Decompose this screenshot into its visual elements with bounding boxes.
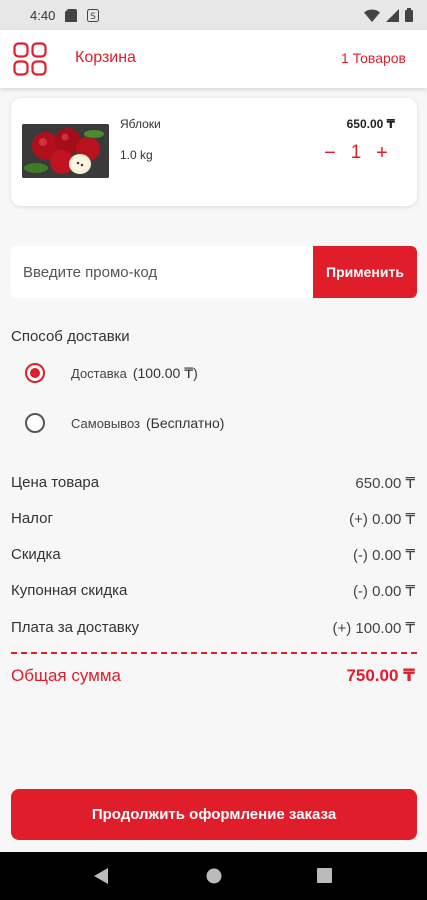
summary-value: 650.00 ₸ (355, 475, 415, 492)
promo-code-input[interactable] (11, 246, 313, 298)
product-name: Яблоки (120, 117, 161, 131)
categories-menu-icon[interactable] (13, 42, 47, 76)
total-value: 750.00 ₸ (346, 666, 415, 685)
recents-icon[interactable] (317, 868, 332, 888)
quantity-stepper: − 1 + (319, 142, 393, 164)
promo-code-box: Применить (11, 246, 417, 298)
radio-selected-icon[interactable] (25, 363, 45, 383)
summary-row-discount: Скидка (-) 0.00 ₸ (11, 546, 417, 564)
summary-row-delivery-fee: Плата за доставку (+) 100.00 ₸ (11, 619, 417, 637)
product-price: 650.00 ₸ (346, 117, 395, 131)
delivery-option-courier[interactable]: Доставка (100.00 ₸) (25, 363, 198, 383)
delivery-option-price: (Бесплатно) (146, 415, 225, 431)
page-title: Корзина (75, 49, 136, 66)
wifi-icon (364, 8, 380, 22)
delivery-option-label: Доставка (71, 365, 127, 381)
status-time: 4:40 (30, 7, 56, 23)
summary-divider (11, 652, 417, 654)
total-label: Общая сумма (11, 666, 121, 685)
summary-value: (+) 0.00 ₸ (349, 511, 415, 528)
svg-text:S: S (90, 12, 96, 22)
summary-label: Налог (11, 510, 53, 527)
summary-label: Купонная скидка (11, 582, 128, 599)
apply-promo-button[interactable]: Применить (313, 246, 417, 298)
summary-row-tax: Налог (+) 0.00 ₸ (11, 510, 417, 528)
sd-card-icon (65, 8, 78, 22)
s-app-icon: S (87, 8, 100, 22)
cart-item-card: Яблоки 1.0 kg 650.00 ₸ − 1 + (11, 98, 417, 206)
summary-value: (-) 0.00 ₸ (352, 583, 415, 600)
summary-value: (+) 100.00 ₸ (332, 620, 415, 637)
decrement-button[interactable]: − (319, 142, 341, 164)
system-navigation-bar (0, 852, 427, 900)
summary-row-item-price: Цена товара 650.00 ₸ (11, 474, 417, 492)
delivery-option-price: (100.00 ₸) (132, 364, 198, 381)
quantity-value: 1 (350, 142, 362, 163)
summary-row-total: Общая сумма 750.00 ₸ (11, 666, 417, 686)
radio-unselected-icon[interactable] (25, 413, 45, 433)
summary-label: Плата за доставку (11, 619, 139, 636)
increment-button[interactable]: + (371, 142, 393, 164)
delivery-method-title: Способ доставки (11, 328, 130, 345)
product-weight: 1.0 kg (120, 148, 153, 162)
signal-icon (386, 8, 399, 22)
product-image-apples (22, 124, 109, 178)
home-icon[interactable] (206, 868, 222, 889)
continue-checkout-button[interactable]: Продолжить оформление заказа (11, 789, 417, 840)
summary-label: Скидка (11, 546, 61, 563)
status-bar: 4:40 S (0, 0, 427, 30)
summary-value: (-) 0.00 ₸ (352, 547, 415, 564)
delivery-option-pickup[interactable]: Самовывоз (Бесплатно) (25, 413, 224, 433)
app-header: Корзина 1 Товаров (0, 30, 427, 88)
delivery-option-label: Самовывоз (71, 415, 140, 431)
summary-row-coupon-discount: Купонная скидка (-) 0.00 ₸ (11, 582, 417, 600)
summary-label: Цена товара (11, 474, 100, 491)
battery-icon (405, 8, 413, 22)
back-icon[interactable] (94, 868, 108, 889)
cart-items-count: 1 Товаров (341, 50, 406, 66)
